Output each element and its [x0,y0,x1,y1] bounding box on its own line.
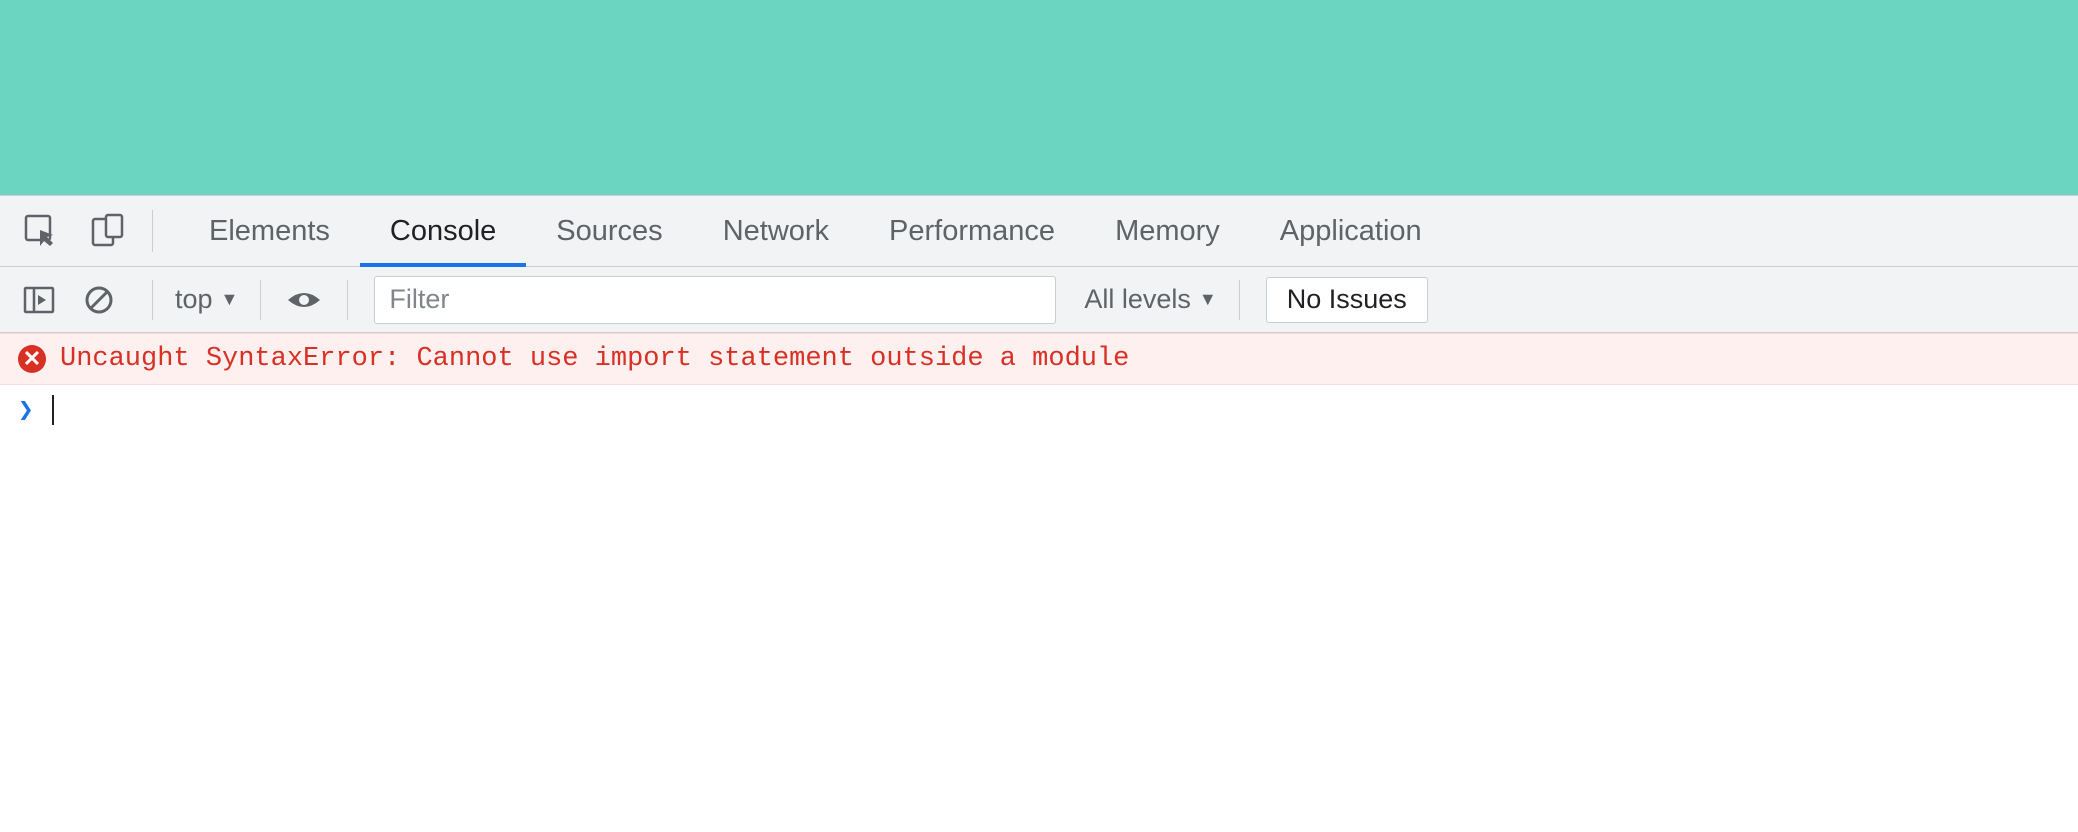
tab-application[interactable]: Application [1250,196,1452,266]
console-prompt[interactable]: ❯ [0,385,2078,435]
inspect-element-icon[interactable] [22,212,60,250]
divider [152,210,153,252]
divider [347,280,348,320]
tabs-list: Elements Console Sources Network Perform… [179,196,1452,266]
toggle-device-toolbar-icon[interactable] [88,212,126,250]
toggle-console-sidebar-icon[interactable] [18,279,60,321]
divider [152,280,153,320]
divider [260,280,261,320]
page-viewport [0,0,2078,195]
tab-elements[interactable]: Elements [179,196,360,266]
context-label: top [175,284,213,315]
tab-performance[interactable]: Performance [859,196,1085,266]
tab-network[interactable]: Network [693,196,859,266]
issues-button[interactable]: No Issues [1266,277,1428,323]
error-icon: ✕ [18,345,46,373]
text-cursor [52,395,54,425]
divider [1239,280,1240,320]
execution-context-selector[interactable]: top ▼ [167,284,246,315]
prompt-chevron-icon: ❯ [18,395,34,425]
log-levels-selector[interactable]: All levels ▼ [1076,284,1224,315]
chevron-down-icon: ▼ [221,289,239,310]
error-message-text: Uncaught SyntaxError: Cannot use import … [60,344,1129,374]
live-expression-icon[interactable] [283,279,325,321]
console-toolbar: top ▼ All levels ▼ No Issues [0,267,2078,333]
chevron-down-icon: ▼ [1199,289,1217,310]
tab-console[interactable]: Console [360,196,526,266]
filter-input[interactable] [374,276,1056,324]
tab-memory[interactable]: Memory [1085,196,1250,266]
clear-console-icon[interactable] [78,279,120,321]
devtools-tab-bar: Elements Console Sources Network Perform… [0,195,2078,267]
console-error-row[interactable]: ✕ Uncaught SyntaxError: Cannot use impor… [0,333,2078,385]
tab-sources[interactable]: Sources [526,196,692,266]
levels-label: All levels [1084,284,1191,315]
console-messages: ✕ Uncaught SyntaxError: Cannot use impor… [0,333,2078,435]
